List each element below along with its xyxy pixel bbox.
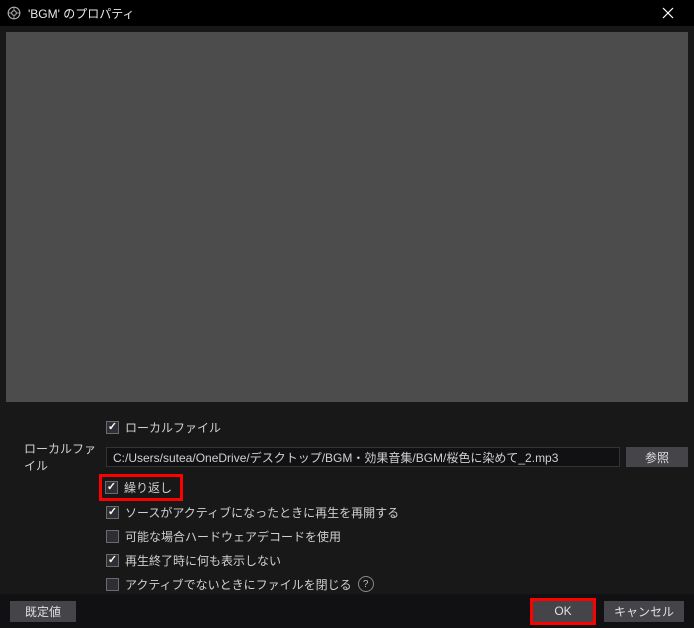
app-icon xyxy=(6,5,22,21)
file-path-input[interactable] xyxy=(106,447,620,467)
titlebar-left: 'BGM' のプロパティ xyxy=(6,5,135,22)
row-hw-decode: 可能な場合ハードウェアデコードを使用 xyxy=(6,525,688,547)
close-inactive-label[interactable]: アクティブでないときにファイルを閉じる xyxy=(125,576,352,593)
restart-label[interactable]: ソースがアクティブになったときに再生を再開する xyxy=(125,504,399,521)
form-area: ローカルファイル ローカルファイル 参照 繰り返し ソースがアクティブになったと… xyxy=(6,402,688,617)
ok-button[interactable]: OK xyxy=(530,601,596,622)
browse-button[interactable]: 参照 xyxy=(626,447,688,467)
close-button[interactable] xyxy=(648,0,688,26)
hide-on-end-checkbox[interactable] xyxy=(106,554,119,567)
content-area: ローカルファイル ローカルファイル 参照 繰り返し ソースがアクティブになったと… xyxy=(0,26,694,628)
defaults-button[interactable]: 既定値 xyxy=(10,601,76,622)
loop-label[interactable]: 繰り返し xyxy=(124,479,172,496)
cancel-button[interactable]: キャンセル xyxy=(604,601,684,622)
local-file-checkbox[interactable] xyxy=(106,421,119,434)
loop-checkbox[interactable] xyxy=(105,481,118,494)
window-title: 'BGM' のプロパティ xyxy=(28,5,135,22)
footer-bar: 既定値 OK キャンセル xyxy=(0,594,694,628)
row-restart: ソースがアクティブになったときに再生を再開する xyxy=(6,501,688,523)
row-hide-on-end: 再生終了時に何も表示しない xyxy=(6,549,688,571)
local-file-checkbox-label[interactable]: ローカルファイル xyxy=(125,419,221,436)
titlebar: 'BGM' のプロパティ xyxy=(0,0,694,26)
hw-decode-label[interactable]: 可能な場合ハードウェアデコードを使用 xyxy=(125,528,341,545)
row-close-inactive: アクティブでないときにファイルを閉じる ? xyxy=(6,573,688,595)
help-icon[interactable]: ? xyxy=(358,576,374,592)
local-file-label: ローカルファイル xyxy=(6,440,106,474)
row-local-file-checkbox: ローカルファイル xyxy=(6,416,688,438)
row-loop-highlight: 繰り返し xyxy=(101,476,181,499)
restart-checkbox[interactable] xyxy=(106,506,119,519)
hw-decode-checkbox[interactable] xyxy=(106,530,119,543)
hide-on-end-label[interactable]: 再生終了時に何も表示しない xyxy=(125,552,281,569)
row-file-path: ローカルファイル 参照 xyxy=(6,440,688,474)
close-icon xyxy=(662,7,674,19)
close-inactive-checkbox[interactable] xyxy=(106,578,119,591)
preview-pane xyxy=(6,32,688,402)
